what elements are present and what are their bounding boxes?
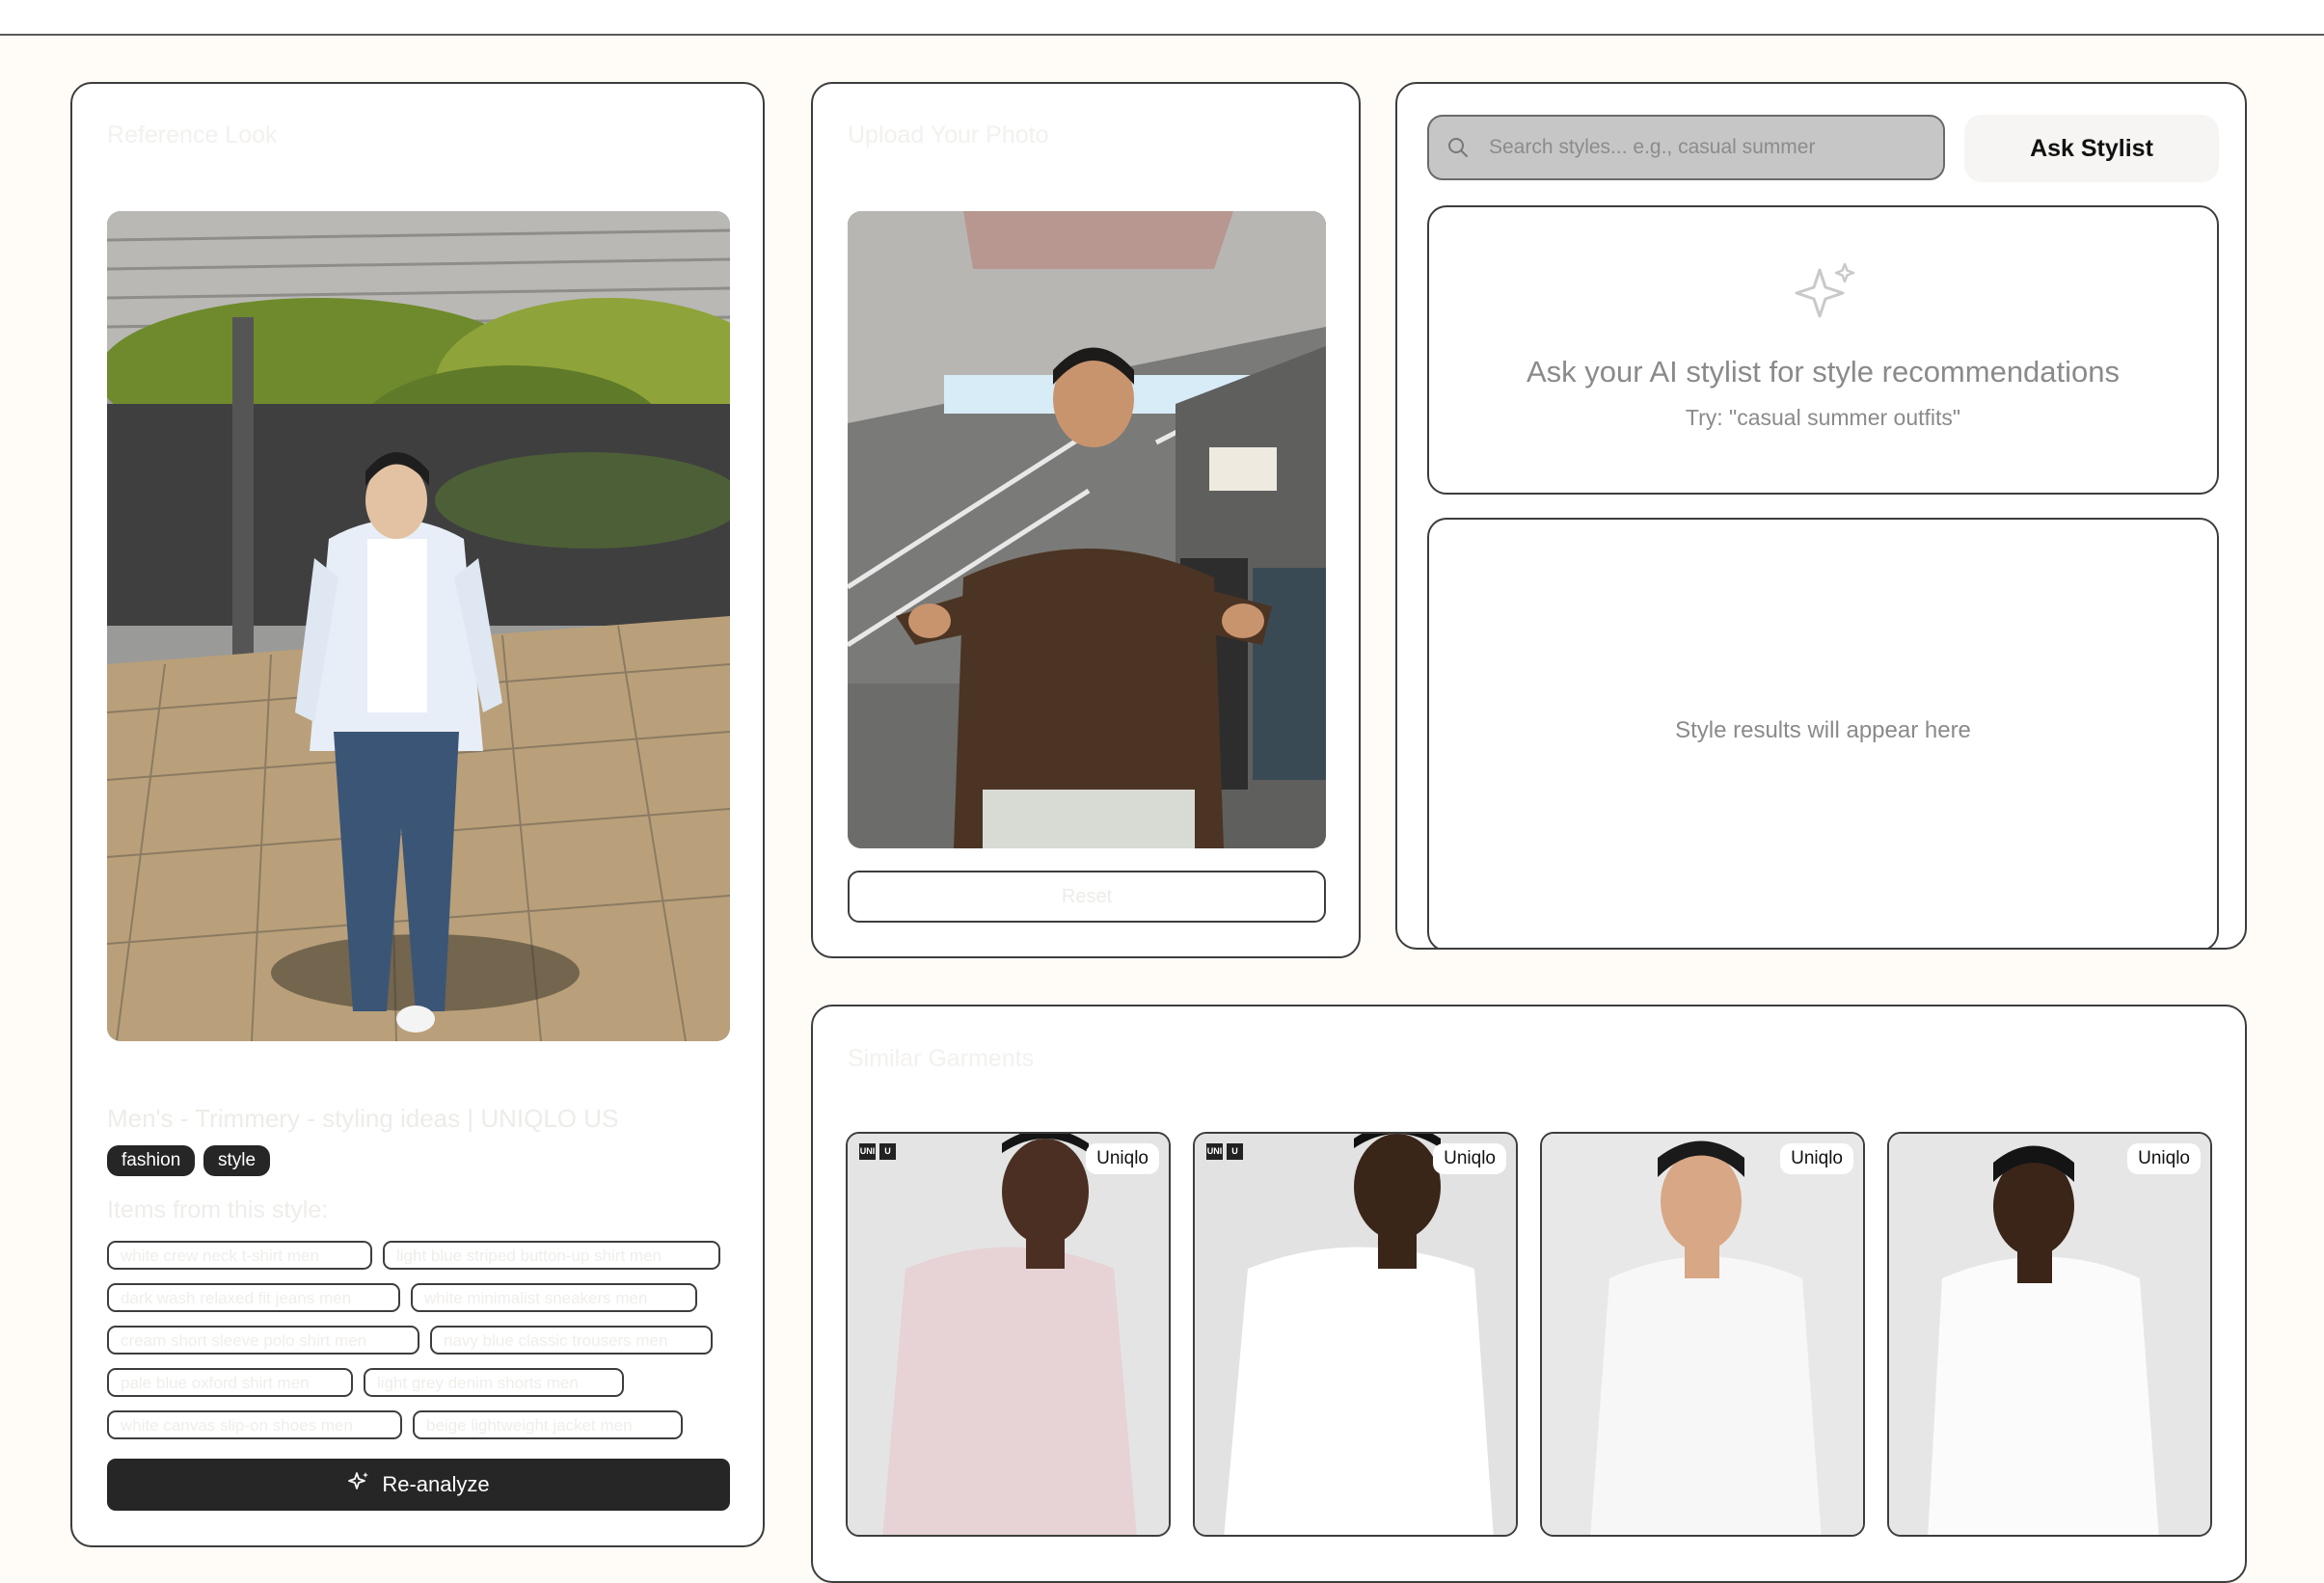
- tag-style[interactable]: style: [203, 1145, 271, 1176]
- uniqlo-logo: UNI U: [1206, 1143, 1243, 1160]
- item-chip[interactable]: white canvas slip-on shoes men: [107, 1410, 402, 1439]
- reanalyze-button[interactable]: Re-analyze: [107, 1459, 730, 1511]
- similar-garments-heading: Similar Garments: [848, 1045, 1035, 1072]
- item-chip[interactable]: navy blue classic trousers men: [430, 1326, 713, 1355]
- stylist-prompt-panel: Ask your AI stylist for style recommenda…: [1427, 205, 2219, 495]
- reanalyze-label: Re-analyze: [382, 1472, 490, 1496]
- upload-photo-card: Upload Your Photo Reset: [811, 82, 1361, 958]
- product-image: [1889, 1134, 2210, 1535]
- item-chip[interactable]: white minimalist sneakers men: [411, 1283, 697, 1312]
- item-chip[interactable]: dark wash relaxed fit jeans men: [107, 1283, 400, 1312]
- product-card[interactable]: Uniqlo: [1887, 1132, 2212, 1537]
- brand-badge: Uniqlo: [1433, 1143, 1506, 1174]
- product-card[interactable]: UNI U Uniqlo: [846, 1132, 1171, 1537]
- item-chip[interactable]: pale blue oxford shirt men: [107, 1368, 353, 1397]
- search-input[interactable]: [1487, 135, 1934, 160]
- style-results-panel: Style results will appear here: [1427, 518, 2219, 948]
- sparkle-icon: [347, 1470, 370, 1499]
- stylist-card: Ask Stylist Ask your AI stylist for styl…: [1395, 82, 2247, 950]
- items-heading: Items from this style:: [107, 1196, 329, 1223]
- ask-stylist-button[interactable]: Ask Stylist: [1964, 115, 2219, 182]
- item-chip[interactable]: light grey denim shorts men: [364, 1368, 624, 1397]
- tag-fashion[interactable]: fashion: [107, 1145, 196, 1176]
- prompt-title: Ask your AI stylist for style recommenda…: [1526, 355, 2121, 389]
- upload-photo-heading: Upload Your Photo: [848, 121, 1049, 148]
- top-bar: [0, 0, 2324, 36]
- product-card[interactable]: UNI U Uniqlo: [1193, 1132, 1518, 1537]
- prompt-hint: Try: "casual summer outfits": [1685, 405, 1961, 430]
- uniqlo-logo: UNI U: [859, 1143, 896, 1160]
- reference-look-card: Reference Look Men's - Trimmery - stylin…: [70, 82, 765, 1547]
- product-card[interactable]: Uniqlo: [1540, 1132, 1865, 1537]
- item-chip[interactable]: cream short sleeve polo shirt men: [107, 1326, 419, 1355]
- brand-badge: Uniqlo: [1086, 1143, 1159, 1174]
- search-box: [1427, 115, 1945, 180]
- reset-button[interactable]: Reset: [848, 871, 1326, 923]
- brand-badge: Uniqlo: [1780, 1143, 1853, 1174]
- reference-photo: [107, 211, 730, 1041]
- product-image: [848, 1134, 1169, 1535]
- reference-look-heading: Reference Look: [107, 121, 278, 148]
- reference-title: Men's - Trimmery - styling ideas | UNIQL…: [107, 1104, 619, 1133]
- search-icon: [1446, 136, 1470, 159]
- product-image: [1542, 1134, 1863, 1535]
- brand-badge: Uniqlo: [2127, 1143, 2201, 1174]
- results-empty-text: Style results will appear here: [1675, 717, 1971, 743]
- item-chip[interactable]: white crew neck t-shirt men: [107, 1241, 372, 1270]
- item-chip[interactable]: beige lightweight jacket men: [413, 1410, 683, 1439]
- sparkle-icon: [1791, 260, 1860, 335]
- product-image: [1195, 1134, 1516, 1535]
- uploaded-photo[interactable]: [848, 211, 1326, 848]
- item-chip[interactable]: light blue striped button-up shirt men: [383, 1241, 720, 1270]
